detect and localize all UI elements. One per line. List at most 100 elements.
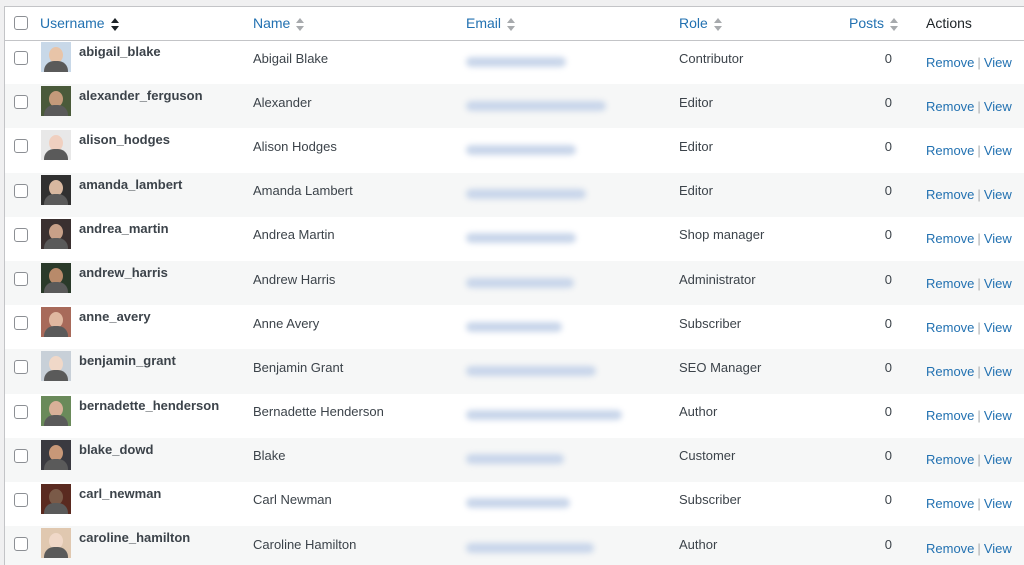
column-header-role[interactable]: Role — [679, 7, 819, 40]
view-link[interactable]: View — [984, 320, 1012, 335]
users-table-container: Username Name Email Role Posts Actions a… — [4, 6, 1024, 565]
remove-link[interactable]: Remove — [926, 452, 974, 467]
column-header-name[interactable]: Name — [253, 7, 466, 40]
table-row: abigail_blake Abigail Blake Contributor … — [5, 40, 1024, 84]
remove-link[interactable]: Remove — [926, 364, 974, 379]
view-link[interactable]: View — [984, 364, 1012, 379]
role-cell: Contributor — [679, 40, 819, 84]
username[interactable]: alexander_ferguson — [79, 88, 203, 103]
remove-link[interactable]: Remove — [926, 320, 974, 335]
view-link[interactable]: View — [984, 541, 1012, 556]
username-cell: bernadette_henderson — [40, 394, 253, 438]
row-select-cell — [5, 394, 40, 438]
column-header-posts[interactable]: Posts — [819, 7, 926, 40]
post-count: 0 — [884, 227, 892, 243]
row-checkbox[interactable] — [14, 492, 28, 507]
view-link[interactable]: View — [984, 187, 1012, 202]
remove-link[interactable]: Remove — [926, 408, 974, 423]
table-header-row: Username Name Email Role Posts Actions — [5, 7, 1024, 40]
username[interactable]: andrew_harris — [79, 265, 168, 280]
role: Author — [679, 404, 718, 420]
view-link[interactable]: View — [984, 452, 1012, 467]
post-count: 0 — [884, 448, 892, 464]
post-count: 0 — [884, 94, 892, 110]
username-cell: alexander_ferguson — [40, 84, 253, 128]
remove-link[interactable]: Remove — [926, 231, 974, 246]
row-checkbox[interactable] — [14, 51, 28, 66]
view-link[interactable]: View — [984, 276, 1012, 291]
role: SEO Manager — [679, 359, 762, 375]
name-cell: Carl Newman — [253, 482, 466, 526]
column-header-username[interactable]: Username — [40, 7, 253, 40]
username-cell: anne_avery — [40, 305, 253, 349]
row-checkbox[interactable] — [14, 360, 28, 375]
remove-link[interactable]: Remove — [926, 496, 974, 511]
select-all-checkbox[interactable] — [14, 16, 28, 31]
table-row: andrea_martin Andrea Martin Shop manager… — [5, 217, 1024, 261]
row-checkbox[interactable] — [14, 404, 28, 419]
action-separator: | — [977, 54, 981, 70]
username[interactable]: carl_newman — [79, 486, 161, 501]
column-header-email-label: Email — [466, 15, 502, 32]
role: Subscriber — [679, 315, 742, 331]
actions-cell: Remove | View — [926, 128, 1024, 172]
role-cell: Administrator — [679, 261, 819, 305]
row-checkbox[interactable] — [14, 272, 28, 287]
action-separator: | — [977, 496, 981, 512]
table-row: caroline_hamilton Caroline Hamilton Auth… — [5, 526, 1024, 565]
row-checkbox[interactable] — [14, 95, 28, 110]
username[interactable]: alison_hodges — [79, 132, 170, 147]
username[interactable]: amanda_lambert — [79, 177, 182, 192]
avatar — [41, 42, 71, 73]
name-cell: Alexander — [253, 84, 466, 128]
view-link[interactable]: View — [984, 231, 1012, 246]
username[interactable]: abigail_blake — [79, 44, 161, 59]
view-link[interactable]: View — [984, 408, 1012, 423]
email-blurred — [466, 365, 596, 376]
view-link[interactable]: View — [984, 143, 1012, 158]
username[interactable]: caroline_hamilton — [79, 530, 190, 545]
row-checkbox[interactable] — [14, 316, 28, 331]
actions-cell: Remove | View — [926, 261, 1024, 305]
email-blurred — [466, 144, 576, 155]
row-select-cell — [5, 349, 40, 393]
row-checkbox[interactable] — [14, 139, 28, 154]
row-checkbox[interactable] — [14, 183, 28, 198]
display-name: Alexander — [253, 94, 312, 110]
email-blurred — [466, 498, 570, 509]
table-row: bernadette_henderson Bernadette Henderso… — [5, 394, 1024, 438]
username[interactable]: andrea_martin — [79, 221, 169, 236]
view-link[interactable]: View — [984, 496, 1012, 511]
sort-arrows-icon — [296, 18, 305, 32]
username[interactable]: bernadette_henderson — [79, 398, 219, 413]
username[interactable]: benjamin_grant — [79, 353, 176, 368]
remove-link[interactable]: Remove — [926, 99, 974, 114]
remove-link[interactable]: Remove — [926, 143, 974, 158]
username[interactable]: blake_dowd — [79, 442, 153, 457]
avatar — [41, 395, 71, 426]
action-separator: | — [977, 98, 981, 114]
remove-link[interactable]: Remove — [926, 541, 974, 556]
row-checkbox[interactable] — [14, 537, 28, 552]
remove-link[interactable]: Remove — [926, 55, 974, 70]
username[interactable]: anne_avery — [79, 309, 151, 324]
post-count: 0 — [884, 404, 892, 420]
table-row: alexander_ferguson Alexander Editor 0 Re… — [5, 84, 1024, 129]
column-header-username-label: Username — [40, 15, 105, 32]
action-separator: | — [977, 452, 981, 468]
avatar — [41, 307, 71, 338]
view-link[interactable]: View — [984, 55, 1012, 70]
email-cell — [466, 438, 679, 482]
select-all-cell — [5, 7, 40, 40]
row-checkbox[interactable] — [14, 448, 28, 463]
table-row: blake_dowd Blake Customer 0 Remove | View — [5, 437, 1024, 482]
role: Author — [679, 536, 718, 552]
avatar — [41, 528, 71, 559]
email-cell — [466, 482, 679, 526]
column-header-email[interactable]: Email — [466, 7, 679, 40]
name-cell: Benjamin Grant — [253, 349, 466, 393]
view-link[interactable]: View — [984, 99, 1012, 114]
row-checkbox[interactable] — [14, 227, 28, 242]
remove-link[interactable]: Remove — [926, 276, 974, 291]
remove-link[interactable]: Remove — [926, 187, 974, 202]
